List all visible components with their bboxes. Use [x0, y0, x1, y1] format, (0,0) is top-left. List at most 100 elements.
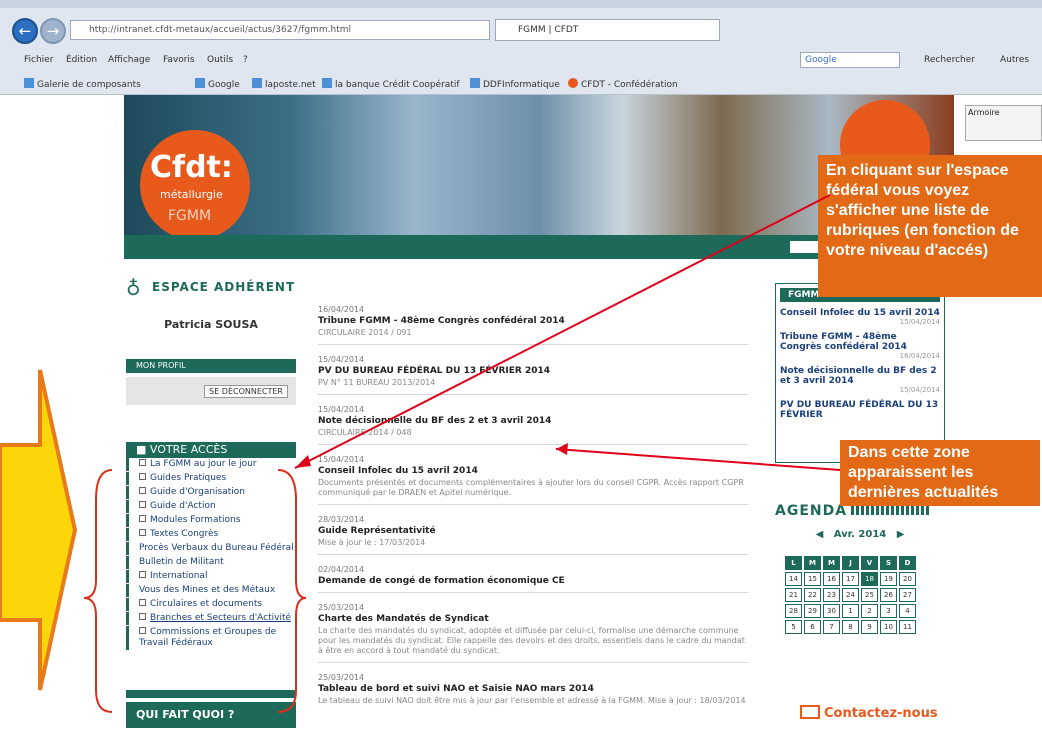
acces-item[interactable]: Bulletin de Militant — [126, 556, 296, 569]
news-item[interactable]: 15/04/2014 Note décisionnelle du BF des 2… — [318, 405, 748, 445]
active-tab[interactable]: FGMM | CFDT — [495, 19, 720, 41]
divider — [318, 662, 748, 663]
news-date: 28/03/2014 — [318, 515, 365, 524]
calendar-day[interactable]: 11 — [899, 620, 916, 634]
calendar-day[interactable]: 9 — [861, 620, 878, 634]
calendar-day[interactable]: 20 — [899, 572, 916, 586]
news-item[interactable]: 25/03/2014 Charte des Mandatés de Syndica… — [318, 603, 748, 663]
address-bar[interactable]: http://intranet.cfdt-metaux/accueil/actu… — [70, 20, 490, 40]
news-title[interactable]: PV DU BUREAU FÉDÉRAL DU 13 FÉVRIER 2014 — [318, 366, 748, 376]
month-label: Avr. 2014 — [833, 529, 887, 540]
calendar-day-today[interactable]: 18 — [861, 572, 878, 586]
profil-button[interactable]: MON PROFIL — [126, 359, 296, 373]
divider — [318, 444, 748, 445]
acces-item[interactable]: Vous des Mines et des Métaux — [126, 584, 296, 597]
menu-help[interactable]: ? — [243, 55, 248, 65]
news-title[interactable]: Charte des Mandatés de Syndicat — [318, 614, 748, 624]
calendar-day[interactable]: 6 — [804, 620, 821, 634]
calendar-day[interactable]: 7 — [823, 620, 840, 634]
acces-item[interactable]: Guide d'Action — [126, 500, 296, 513]
news-item[interactable]: 15/04/2014 Conseil Infolec du 15 avril 20… — [318, 455, 748, 505]
next-month-icon[interactable]: ▶ — [897, 529, 905, 540]
fav-item[interactable]: CFDT - Confédération — [568, 78, 678, 90]
calendar-day[interactable]: 3 — [880, 604, 897, 618]
calendar-day[interactable]: 28 — [785, 604, 802, 618]
news-item[interactable]: 16/04/2014 Tribune FGMM - 48ème Congrès c… — [318, 305, 748, 345]
side-news-item[interactable]: Conseil Infolec du 15 avril 2014 — [780, 308, 940, 318]
toolbar-panel[interactable]: Armoire — [965, 105, 1042, 141]
news-date: 15/04/2014 — [318, 455, 365, 464]
calendar-day[interactable]: 26 — [880, 588, 897, 602]
calendar-day[interactable]: 14 — [785, 572, 802, 586]
news-title[interactable]: Guide Représentativité — [318, 526, 748, 536]
fav-item[interactable]: laposte.net — [252, 78, 316, 90]
calendar-day[interactable]: 25 — [861, 588, 878, 602]
news-item[interactable]: 28/03/2014 Guide Représentativité Mise à j… — [318, 515, 748, 555]
calendar-day[interactable]: 1 — [842, 604, 859, 618]
news-sub: La charte des mandatés du syndicat, adop… — [318, 626, 745, 655]
calendar-day[interactable]: 19 — [880, 572, 897, 586]
menu-file[interactable]: Fichier — [24, 55, 53, 65]
more-button[interactable]: Autres — [1000, 55, 1029, 65]
calendar-day[interactable]: 21 — [785, 588, 802, 602]
menu-tools[interactable]: Outils — [207, 55, 233, 65]
menu-edit[interactable]: Édition — [66, 55, 97, 65]
acces-item[interactable]: International — [126, 570, 296, 583]
news-title[interactable]: Conseil Infolec du 15 avril 2014 — [318, 466, 748, 476]
calendar-day[interactable]: 15 — [804, 572, 821, 586]
acces-item[interactable]: La FGMM au jour le jour — [126, 458, 296, 471]
calendar-day[interactable]: 4 — [899, 604, 916, 618]
fav-item[interactable]: la banque Crédit Coopératif — [322, 78, 460, 90]
acces-item[interactable]: Guide d'Organisation — [126, 486, 296, 499]
side-news-item[interactable]: Note décisionnelle du BF des 2 et 3 avri… — [780, 366, 940, 386]
calendar-day[interactable]: 24 — [842, 588, 859, 602]
calendar-day[interactable]: 27 — [899, 588, 916, 602]
back-button-icon[interactable]: ← — [12, 18, 38, 44]
news-title[interactable]: Note décisionnelle du BF des 2 et 3 avri… — [318, 416, 748, 426]
side-news-item[interactable]: PV DU BUREAU FÉDÉRAL DU 13 FÉVRIER — [780, 400, 940, 420]
calendar-day[interactable]: 22 — [804, 588, 821, 602]
news-title[interactable]: Tableau de bord et suivi NAO et Saisie N… — [318, 684, 748, 694]
calendar-day[interactable]: 23 — [823, 588, 840, 602]
calendar-day[interactable]: 2 — [861, 604, 878, 618]
acces-item[interactable]: Guides Pratiques — [126, 472, 296, 485]
menu-favorites[interactable]: Favoris — [163, 55, 195, 65]
forward-button-icon[interactable]: → — [40, 18, 66, 44]
menu-view[interactable]: Affichage — [108, 55, 150, 65]
deconnect-button[interactable]: SE DÉCONNECTER — [204, 385, 288, 398]
fav-item[interactable]: Google — [195, 78, 240, 90]
calendar-day[interactable]: 10 — [880, 620, 897, 634]
news-title[interactable]: Demande de congé de formation économique… — [318, 576, 748, 586]
acces-item[interactable]: Modules Formations — [126, 514, 296, 527]
left-sidebar: ♁ ESPACE ADHÉRENT Patricia SOUSA MON PROF… — [126, 276, 296, 728]
news-item[interactable]: 02/04/2014 Demande de congé de formation … — [318, 565, 748, 593]
acces-item[interactable]: Commissions et Groupes de Travail Fédéra… — [126, 626, 296, 650]
calendar-day[interactable]: 16 — [823, 572, 840, 586]
acces-item[interactable]: Circulaires et documents — [126, 598, 296, 611]
favorite-icon — [195, 78, 205, 88]
calendar-day[interactable]: 8 — [842, 620, 859, 634]
google-search-field[interactable]: Google — [800, 52, 900, 68]
fav-item[interactable]: DDFInformatique — [470, 78, 560, 90]
fav-item[interactable]: Galerie de composants — [24, 78, 141, 90]
acces-item[interactable]: Procès Verbaux du Bureau Fédéral — [126, 542, 296, 555]
qui-fait-quoi-title[interactable]: QUI FAIT QUOI ? — [126, 702, 296, 728]
acces-item[interactable]: Branches et Secteurs d'Activité — [126, 612, 296, 625]
prev-month-icon[interactable]: ◀ — [816, 529, 824, 540]
acces-item[interactable]: Textes Congrès — [126, 528, 296, 541]
calendar-day[interactable]: 5 — [785, 620, 802, 634]
calendar-day[interactable]: 17 — [842, 572, 859, 586]
contact-link[interactable]: Contactez-nous — [800, 705, 938, 721]
toolbar-label: Armoire — [968, 108, 1000, 117]
news-item[interactable]: 15/04/2014 PV DU BUREAU FÉDÉRAL DU 13 FÉV… — [318, 355, 748, 395]
fgmm-news-box: FGMM Conseil Infolec du 15 avril 2014 15… — [775, 283, 945, 463]
search-button[interactable]: Rechercher — [924, 55, 975, 65]
browser-chrome: ← → http://intranet.cfdt-metaux/accueil/… — [0, 0, 1042, 95]
calendar-day[interactable]: 30 — [823, 604, 840, 618]
news-title[interactable]: Tribune FGMM - 48ème Congrès confédéral … — [318, 316, 748, 326]
browser-menu-bar: Fichier Édition Affichage Favoris Outils… — [0, 52, 1042, 70]
cfdt-logo[interactable]: Cfdt: métallurgie FGMM — [140, 130, 250, 240]
news-item[interactable]: 25/03/2014 Tableau de bord et suivi NAO e… — [318, 673, 748, 706]
calendar-day[interactable]: 29 — [804, 604, 821, 618]
side-news-item[interactable]: Tribune FGMM - 48ème Congrès confédéral … — [780, 332, 940, 352]
